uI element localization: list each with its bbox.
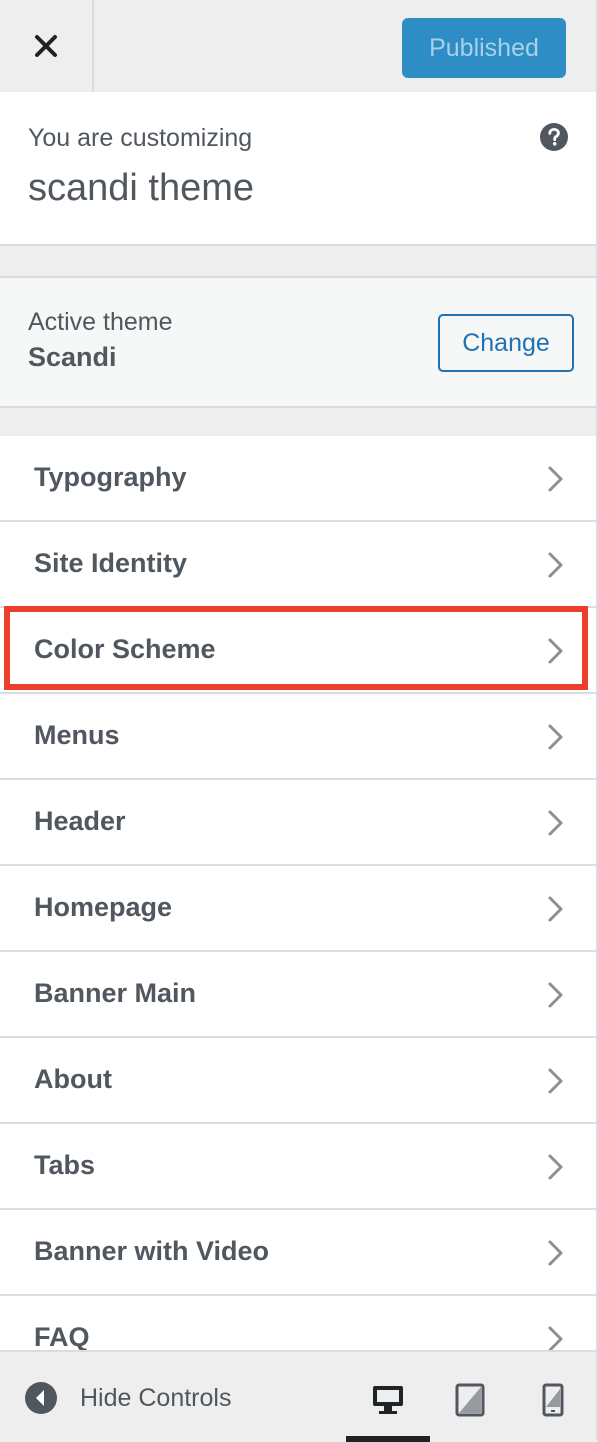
customizing-info: You are customizing scandi theme — [0, 92, 596, 246]
section-label: Menus — [34, 720, 120, 750]
customizing-label: You are customizing — [28, 124, 253, 152]
help-icon[interactable] — [539, 122, 569, 152]
close-icon — [35, 35, 57, 57]
section-label: Color Scheme — [34, 634, 216, 664]
chevron-right-icon — [548, 724, 563, 750]
section-homepage[interactable]: Homepage — [0, 864, 596, 948]
chevron-right-icon — [548, 638, 563, 664]
tablet-preview-button[interactable] — [450, 1380, 490, 1420]
section-menus[interactable]: Menus — [0, 692, 596, 776]
section-label: Site Identity — [34, 548, 188, 578]
active-theme-label: Active theme — [28, 308, 173, 336]
chevron-right-icon — [548, 810, 563, 836]
chevron-right-icon — [548, 1154, 563, 1180]
chevron-right-icon — [548, 896, 563, 922]
section-tabs[interactable]: Tabs — [0, 1122, 596, 1206]
section-header[interactable]: Header — [0, 778, 596, 862]
mobile-preview-button[interactable] — [533, 1380, 573, 1420]
published-button[interactable]: Published — [402, 18, 566, 78]
section-label: FAQ — [34, 1322, 90, 1350]
collapse-arrow-icon — [25, 1382, 57, 1414]
customizer-panel: Published You are customizing scandi the… — [0, 0, 598, 1442]
section-label: Banner with Video — [34, 1236, 270, 1266]
hide-controls-label: Hide Controls — [80, 1383, 232, 1412]
chevron-right-icon — [548, 466, 563, 492]
active-theme-section: Active theme Scandi Change — [0, 276, 596, 408]
section-label: Typography — [34, 462, 187, 492]
customizer-header: Published — [0, 0, 596, 93]
section-label: Tabs — [34, 1150, 96, 1180]
change-theme-button[interactable]: Change — [438, 314, 574, 372]
chevron-right-icon — [548, 982, 563, 1008]
section-label: Banner Main — [34, 978, 197, 1008]
active-theme-name: Scandi — [28, 342, 117, 372]
section-color-scheme[interactable]: Color Scheme — [0, 606, 596, 690]
section-label: Header — [34, 806, 126, 836]
theme-title: scandi theme — [28, 167, 255, 209]
chevron-right-icon — [548, 1240, 563, 1266]
section-typography[interactable]: Typography — [0, 436, 596, 520]
desktop-icon — [373, 1386, 403, 1414]
section-site-identity[interactable]: Site Identity — [0, 520, 596, 604]
section-faq[interactable]: FAQ — [0, 1294, 596, 1350]
tablet-icon — [455, 1383, 485, 1417]
active-device-indicator — [346, 1436, 430, 1442]
close-button[interactable] — [0, 0, 94, 92]
hide-controls-button[interactable]: Hide Controls — [24, 1380, 231, 1416]
section-label: Homepage — [34, 892, 173, 922]
chevron-right-icon — [548, 1326, 563, 1350]
sections-list: Typography Site Identity Color Scheme Me… — [0, 436, 596, 1350]
customizer-footer: Hide Controls — [0, 1350, 596, 1442]
mobile-icon — [542, 1383, 564, 1417]
section-banner-with-video[interactable]: Banner with Video — [0, 1208, 596, 1292]
chevron-right-icon — [548, 1068, 563, 1094]
chevron-right-icon — [548, 552, 563, 578]
section-banner-main[interactable]: Banner Main — [0, 950, 596, 1034]
section-about[interactable]: About — [0, 1036, 596, 1120]
desktop-preview-button[interactable] — [368, 1380, 408, 1420]
section-label: About — [34, 1064, 112, 1094]
